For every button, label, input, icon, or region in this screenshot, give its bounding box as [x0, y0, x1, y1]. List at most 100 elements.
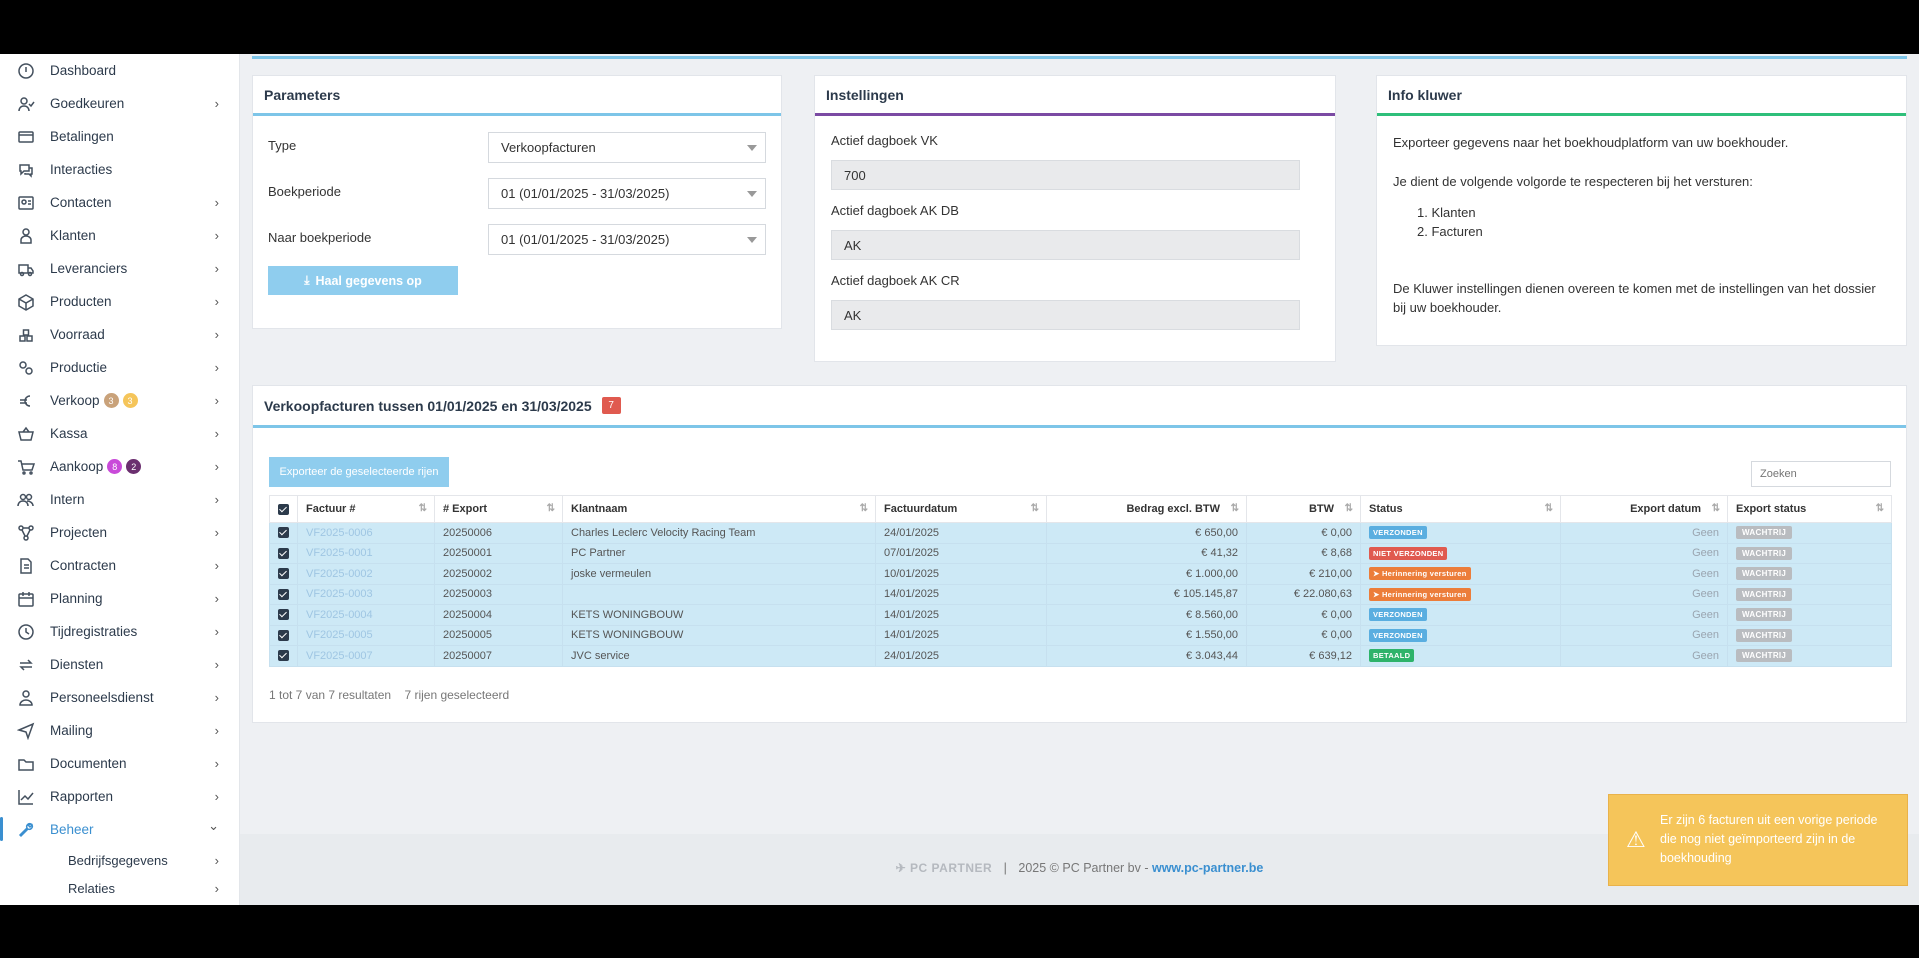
invoice-number-link[interactable]: VF2025-0001 — [297, 542, 435, 564]
col-bedrag[interactable]: Bedrag excl. BTW ⇅ — [1046, 495, 1247, 523]
sidebar-item-personeelsdienst[interactable]: Personeelsdienst › — [0, 681, 239, 714]
row-checkbox[interactable] — [278, 629, 289, 641]
vat-cell: € 210,00 — [1246, 563, 1361, 585]
boekperiode-select[interactable]: 01 (01/01/2025 - 31/03/2025) — [488, 178, 766, 209]
sidebar-item-voorraad[interactable]: Voorraad › — [0, 318, 239, 351]
sidebar-item-mailing[interactable]: Mailing › — [0, 714, 239, 747]
download-icon: ⤓ — [304, 273, 310, 287]
customer-name-cell: Charles Leclerc Velocity Racing Team — [562, 522, 876, 544]
customer-name-cell: JVC service — [562, 645, 876, 667]
row-checkbox-cell[interactable] — [269, 583, 298, 605]
sidebar-item-intern[interactable]: Intern › — [0, 483, 239, 516]
sidebar-subitem-relaties[interactable]: Relaties › — [0, 874, 239, 902]
sidebar-item-klanten[interactable]: Klanten › — [0, 219, 239, 252]
sidebar-item-rapporten[interactable]: Rapporten › — [0, 780, 239, 813]
info-kluwer-title: Info kluwer — [1377, 76, 1906, 116]
status-badge: BETAALD — [1369, 649, 1415, 663]
col-factuur[interactable]: Factuur # ⇅ — [297, 495, 435, 523]
sidebar-item-planning[interactable]: Planning › — [0, 582, 239, 615]
sidebar-item-contacten[interactable]: Contacten › — [0, 186, 239, 219]
row-checkbox-cell[interactable] — [269, 645, 298, 667]
invoice-number-link[interactable]: VF2025-0006 — [297, 522, 435, 544]
row-checkbox-cell[interactable] — [269, 563, 298, 585]
naar-boekperiode-select[interactable]: 01 (01/01/2025 - 31/03/2025) — [488, 224, 766, 255]
table-row[interactable]: VF2025-0007 20250007 JVC service 24/01/2025… — [269, 645, 1892, 667]
search-input[interactable] — [1751, 461, 1891, 487]
sort-icon: ⇅ — [1344, 503, 1353, 514]
status-badge: VERZONDEN — [1369, 608, 1427, 622]
table-row[interactable]: VF2025-0002 20250002 joske vermeulen 10/01/… — [269, 563, 1892, 585]
gears-icon — [16, 358, 36, 378]
customer-name-cell: joske vermeulen — [562, 563, 876, 585]
col-export-datum[interactable]: Export datum ⇅ — [1560, 495, 1728, 523]
col-btw[interactable]: BTW ⇅ — [1246, 495, 1361, 523]
col-factuurdatum[interactable]: Factuurdatum ⇅ — [875, 495, 1047, 523]
col-status[interactable]: Status ⇅ — [1360, 495, 1561, 523]
footer-separator: | — [1003, 861, 1007, 875]
status-badge[interactable]: ➤ Herinnering versturen — [1369, 567, 1471, 581]
status-badge[interactable]: ➤ Herinnering versturen — [1369, 587, 1471, 601]
table-row[interactable]: VF2025-0006 20250006 Charles Leclerc Veloc… — [269, 522, 1892, 544]
col-label: Factuurdatum — [884, 503, 958, 515]
row-checkbox-cell[interactable] — [269, 522, 298, 544]
row-checkbox[interactable] — [278, 568, 289, 580]
sidebar-item-documenten[interactable]: Documenten › — [0, 747, 239, 780]
table-row[interactable]: VF2025-0005 20250005 KETS WONINGBOUW 14/01/… — [269, 624, 1892, 646]
sidebar-item-contracten[interactable]: Contracten › — [0, 549, 239, 582]
type-select[interactable]: Verkoopfacturen — [488, 132, 766, 163]
sidebar-item-beheer[interactable]: Beheer ⌄ — [0, 813, 239, 846]
export-status-badge: WACHTRIJ — [1736, 628, 1793, 642]
row-checkbox[interactable] — [278, 588, 289, 600]
row-checkbox-cell[interactable] — [269, 542, 298, 564]
sidebar-item-projecten[interactable]: Projecten › — [0, 516, 239, 549]
sidebar-item-goedkeuren[interactable]: Goedkeuren › — [0, 87, 239, 120]
chevron-down-icon — [747, 145, 757, 151]
sidebar-item-verkoop[interactable]: Verkoop 3 3 › — [0, 384, 239, 417]
row-checkbox[interactable] — [278, 650, 289, 662]
row-checkbox[interactable] — [278, 527, 289, 539]
sidebar-item-aankoop[interactable]: Aankoop 8 2 › — [0, 450, 239, 483]
invoice-number-link[interactable]: VF2025-0004 — [297, 604, 435, 626]
warning-toast[interactable]: ⚠ Er zijn 6 facturen uit een vorige peri… — [1608, 794, 1908, 886]
fetch-data-button[interactable]: ⤓ Haal gegevens op — [268, 266, 458, 295]
table-row[interactable]: VF2025-0004 20250004 KETS WONINGBOUW 14/01/… — [269, 604, 1892, 626]
row-checkbox[interactable] — [278, 547, 289, 559]
select-all-checkbox-cell[interactable] — [269, 495, 298, 523]
col-export-status[interactable]: Export status ⇅ — [1727, 495, 1892, 523]
sidebar-item-productie[interactable]: Productie › — [0, 351, 239, 384]
sidebar-item-diensten[interactable]: Diensten › — [0, 648, 239, 681]
sidebar-item-tijdregistraties[interactable]: Tijdregistraties › — [0, 615, 239, 648]
col-klantnaam[interactable]: Klantnaam ⇅ — [562, 495, 876, 523]
sidebar-item-betalingen[interactable]: Betalingen — [0, 120, 239, 153]
sidebar-subitem-label: Bedrijfsgegevens — [68, 852, 168, 868]
invoice-number-link[interactable]: VF2025-0002 — [297, 563, 435, 585]
export-number-cell: 20250006 — [434, 522, 563, 544]
sort-icon: ⇅ — [546, 503, 555, 514]
staff-icon — [16, 688, 36, 708]
sidebar-item-interacties[interactable]: Interacties — [0, 153, 239, 186]
sidebar-subitem-bedrijfsgegevens[interactable]: Bedrijfsgegevens › — [0, 846, 239, 874]
info-kluwer-card: Info kluwer Exporteer gegevens naar het … — [1376, 75, 1907, 346]
export-selected-button[interactable]: Exporteer de geselecteerde rijen — [269, 457, 449, 487]
export-date-cell: Geen — [1560, 542, 1728, 564]
table-row[interactable]: VF2025-0003 20250003 14/01/2025 € 105.145,8… — [269, 583, 1892, 605]
row-checkbox[interactable] — [278, 609, 289, 621]
footer-copyright: 2025 © PC Partner bv - — [1018, 861, 1152, 875]
sidebar-item-producten[interactable]: Producten › — [0, 285, 239, 318]
sidebar-item-kassa[interactable]: Kassa › — [0, 417, 239, 450]
export-date-cell: Geen — [1560, 624, 1728, 646]
invoice-number-link[interactable]: VF2025-0007 — [297, 645, 435, 667]
invoice-number-link[interactable]: VF2025-0005 — [297, 624, 435, 646]
naar-boekperiode-label: Naar boekperiode — [268, 230, 372, 245]
sidebar-item-leveranciers[interactable]: Leveranciers › — [0, 252, 239, 285]
table-row[interactable]: VF2025-0001 20250001 PC Partner 07/01/2025 €… — [269, 542, 1892, 564]
select-all-checkbox[interactable] — [278, 503, 289, 515]
sidebar-item-dashboard[interactable]: Dashboard — [0, 54, 239, 87]
send-icon: ➤ — [1373, 589, 1382, 599]
col-export[interactable]: # Export ⇅ — [434, 495, 563, 523]
row-checkbox-cell[interactable] — [269, 624, 298, 646]
row-checkbox-cell[interactable] — [269, 604, 298, 626]
footer-link[interactable]: www.pc-partner.be — [1152, 861, 1263, 875]
chevron-right-icon: › — [214, 393, 219, 408]
invoice-number-link[interactable]: VF2025-0003 — [297, 583, 435, 605]
